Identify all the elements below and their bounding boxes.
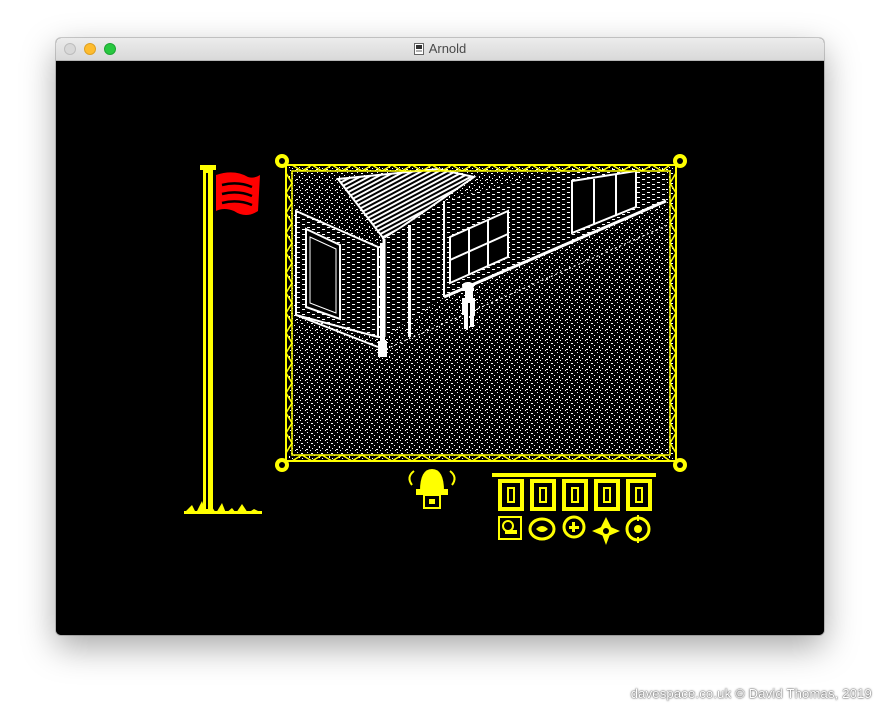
window-title-area: Arnold (56, 41, 824, 57)
button-icon (562, 515, 586, 539)
cross-medal-icon (592, 517, 620, 545)
app-window: Arnold (56, 38, 824, 635)
alarm-bell-icon (408, 469, 456, 509)
copyright-watermark: davespace.co.uk © David Thomas, 2019 (630, 686, 872, 701)
inventory-slot-5[interactable] (626, 479, 652, 511)
inventory-panel (492, 473, 656, 511)
inventory-slot-3[interactable] (562, 479, 588, 511)
game-canvas (184, 154, 687, 545)
document-icon (413, 43, 424, 55)
key-icon (498, 516, 522, 540)
inventory-slot-2[interactable] (530, 479, 556, 511)
window-title: Arnold (428, 41, 467, 56)
flagpole (184, 165, 262, 514)
flag-icon (216, 172, 260, 215)
emulator-screen[interactable] (56, 61, 824, 635)
medal-row (498, 515, 651, 545)
title-bar[interactable]: Arnold (56, 38, 824, 61)
game-scene (288, 167, 674, 459)
compass-icon (528, 517, 556, 541)
target-medal-icon (625, 515, 651, 543)
inventory-slot-4[interactable] (594, 479, 620, 511)
inventory-slot-1[interactable] (498, 479, 524, 511)
